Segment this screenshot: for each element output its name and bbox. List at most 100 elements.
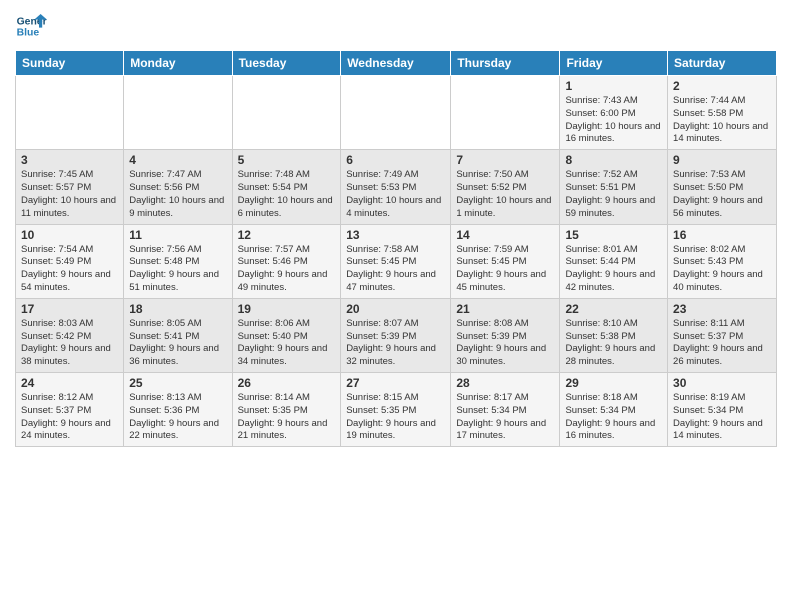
day-info: Sunrise: 8:05 AM Sunset: 5:41 PM Dayligh… [129,318,226,369]
day-number: 12 [238,228,336,242]
day-info: Sunrise: 8:10 AM Sunset: 5:38 PM Dayligh… [565,318,662,369]
calendar-cell: 2 Sunrise: 7:44 AM Sunset: 5:58 PM Daylig… [668,76,777,150]
day-number: 29 [565,376,662,390]
weekday-header-wednesday: Wednesday [341,51,451,76]
day-number: 1 [565,79,662,93]
calendar-week-1: 1 Sunrise: 7:43 AM Sunset: 6:00 PM Daylig… [16,76,777,150]
day-info: Sunrise: 7:48 AM Sunset: 5:54 PM Dayligh… [238,169,336,220]
calendar-cell: 6 Sunrise: 7:49 AM Sunset: 5:53 PM Daylig… [341,150,451,224]
calendar-cell: 25Sunrise: 8:13 AM Sunset: 5:36 PM Dayli… [124,373,232,447]
day-number: 6 [346,153,445,167]
day-info: Sunrise: 7:49 AM Sunset: 5:53 PM Dayligh… [346,169,445,220]
logo: General Blue [15,10,47,42]
weekday-header-sunday: Sunday [16,51,124,76]
weekday-header-saturday: Saturday [668,51,777,76]
day-info: Sunrise: 8:02 AM Sunset: 5:43 PM Dayligh… [673,244,771,295]
calendar-week-4: 17Sunrise: 8:03 AM Sunset: 5:42 PM Dayli… [16,298,777,372]
day-info: Sunrise: 7:44 AM Sunset: 5:58 PM Dayligh… [673,95,771,146]
day-info: Sunrise: 8:06 AM Sunset: 5:40 PM Dayligh… [238,318,336,369]
day-number: 13 [346,228,445,242]
day-number: 7 [456,153,554,167]
day-number: 25 [129,376,226,390]
calendar-cell [451,76,560,150]
day-info: Sunrise: 7:53 AM Sunset: 5:50 PM Dayligh… [673,169,771,220]
day-info: Sunrise: 7:43 AM Sunset: 6:00 PM Dayligh… [565,95,662,146]
day-number: 8 [565,153,662,167]
calendar-cell: 24 Sunrise: 8:12 AM Sunset: 5:37 PM Dayli… [16,373,124,447]
day-number: 27 [346,376,445,390]
calendar-week-2: 3Sunrise: 7:45 AM Sunset: 5:57 PM Daylig… [16,150,777,224]
day-number: 5 [238,153,336,167]
calendar-cell: 22 Sunrise: 8:10 AM Sunset: 5:38 PM Dayli… [560,298,668,372]
calendar-cell: 7 Sunrise: 7:50 AM Sunset: 5:52 PM Daylig… [451,150,560,224]
day-number: 20 [346,302,445,316]
calendar-cell: 1 Sunrise: 7:43 AM Sunset: 6:00 PM Daylig… [560,76,668,150]
calendar-header: SundayMondayTuesdayWednesdayThursdayFrid… [16,51,777,76]
day-number: 22 [565,302,662,316]
weekday-header-tuesday: Tuesday [232,51,341,76]
day-info: Sunrise: 7:58 AM Sunset: 5:45 PM Dayligh… [346,244,445,295]
day-number: 15 [565,228,662,242]
day-number: 21 [456,302,554,316]
day-info: Sunrise: 7:56 AM Sunset: 5:48 PM Dayligh… [129,244,226,295]
day-info: Sunrise: 7:45 AM Sunset: 5:57 PM Dayligh… [21,169,118,220]
calendar-cell: 18 Sunrise: 8:05 AM Sunset: 5:41 PM Dayli… [124,298,232,372]
day-number: 19 [238,302,336,316]
day-number: 2 [673,79,771,93]
calendar-cell: 13 Sunrise: 7:58 AM Sunset: 5:45 PM Dayli… [341,224,451,298]
calendar-cell: 3Sunrise: 7:45 AM Sunset: 5:57 PM Daylig… [16,150,124,224]
day-info: Sunrise: 8:19 AM Sunset: 5:34 PM Dayligh… [673,392,771,443]
day-number: 10 [21,228,118,242]
calendar-cell: 9 Sunrise: 7:53 AM Sunset: 5:50 PM Daylig… [668,150,777,224]
calendar-cell: 27 Sunrise: 8:15 AM Sunset: 5:35 PM Dayli… [341,373,451,447]
calendar-cell: 14Sunrise: 7:59 AM Sunset: 5:45 PM Dayli… [451,224,560,298]
day-info: Sunrise: 8:12 AM Sunset: 5:37 PM Dayligh… [21,392,118,443]
day-number: 26 [238,376,336,390]
calendar-cell: 23 Sunrise: 8:11 AM Sunset: 5:37 PM Dayli… [668,298,777,372]
day-info: Sunrise: 8:01 AM Sunset: 5:44 PM Dayligh… [565,244,662,295]
calendar-cell: 30Sunrise: 8:19 AM Sunset: 5:34 PM Dayli… [668,373,777,447]
calendar-body: 1 Sunrise: 7:43 AM Sunset: 6:00 PM Daylig… [16,76,777,447]
svg-text:Blue: Blue [17,28,40,39]
day-info: Sunrise: 8:08 AM Sunset: 5:39 PM Dayligh… [456,318,554,369]
calendar-cell: 20 Sunrise: 8:07 AM Sunset: 5:39 PM Dayli… [341,298,451,372]
header: General Blue [15,10,777,42]
day-number: 28 [456,376,554,390]
day-number: 24 [21,376,118,390]
day-number: 23 [673,302,771,316]
day-info: Sunrise: 7:50 AM Sunset: 5:52 PM Dayligh… [456,169,554,220]
day-info: Sunrise: 7:47 AM Sunset: 5:56 PM Dayligh… [129,169,226,220]
calendar-week-5: 24 Sunrise: 8:12 AM Sunset: 5:37 PM Dayli… [16,373,777,447]
day-number: 18 [129,302,226,316]
weekday-header-thursday: Thursday [451,51,560,76]
calendar-cell: 21 Sunrise: 8:08 AM Sunset: 5:39 PM Dayli… [451,298,560,372]
weekday-row: SundayMondayTuesdayWednesdayThursdayFrid… [16,51,777,76]
calendar-cell: 11Sunrise: 7:56 AM Sunset: 5:48 PM Dayli… [124,224,232,298]
calendar-cell: 10Sunrise: 7:54 AM Sunset: 5:49 PM Dayli… [16,224,124,298]
calendar-cell: 5 Sunrise: 7:48 AM Sunset: 5:54 PM Daylig… [232,150,341,224]
weekday-header-monday: Monday [124,51,232,76]
logo-icon: General Blue [15,10,47,42]
day-number: 16 [673,228,771,242]
day-info: Sunrise: 8:17 AM Sunset: 5:34 PM Dayligh… [456,392,554,443]
calendar-week-3: 10Sunrise: 7:54 AM Sunset: 5:49 PM Dayli… [16,224,777,298]
calendar-cell: 8Sunrise: 7:52 AM Sunset: 5:51 PM Daylig… [560,150,668,224]
calendar-cell: 19 Sunrise: 8:06 AM Sunset: 5:40 PM Dayli… [232,298,341,372]
day-info: Sunrise: 8:07 AM Sunset: 5:39 PM Dayligh… [346,318,445,369]
weekday-header-friday: Friday [560,51,668,76]
calendar-cell: 28 Sunrise: 8:17 AM Sunset: 5:34 PM Dayli… [451,373,560,447]
calendar-cell: 17Sunrise: 8:03 AM Sunset: 5:42 PM Dayli… [16,298,124,372]
day-info: Sunrise: 7:57 AM Sunset: 5:46 PM Dayligh… [238,244,336,295]
day-info: Sunrise: 8:11 AM Sunset: 5:37 PM Dayligh… [673,318,771,369]
day-number: 9 [673,153,771,167]
day-number: 4 [129,153,226,167]
day-info: Sunrise: 8:18 AM Sunset: 5:34 PM Dayligh… [565,392,662,443]
calendar-cell: 16 Sunrise: 8:02 AM Sunset: 5:43 PM Dayli… [668,224,777,298]
day-info: Sunrise: 8:15 AM Sunset: 5:35 PM Dayligh… [346,392,445,443]
calendar-cell: 29 Sunrise: 8:18 AM Sunset: 5:34 PM Dayli… [560,373,668,447]
day-info: Sunrise: 8:03 AM Sunset: 5:42 PM Dayligh… [21,318,118,369]
page-container: General Blue SundayMondayTuesdayWednesda… [0,0,792,612]
calendar-cell: 4 Sunrise: 7:47 AM Sunset: 5:56 PM Daylig… [124,150,232,224]
calendar-cell: 26Sunrise: 8:14 AM Sunset: 5:35 PM Dayli… [232,373,341,447]
calendar-cell: 15 Sunrise: 8:01 AM Sunset: 5:44 PM Dayli… [560,224,668,298]
